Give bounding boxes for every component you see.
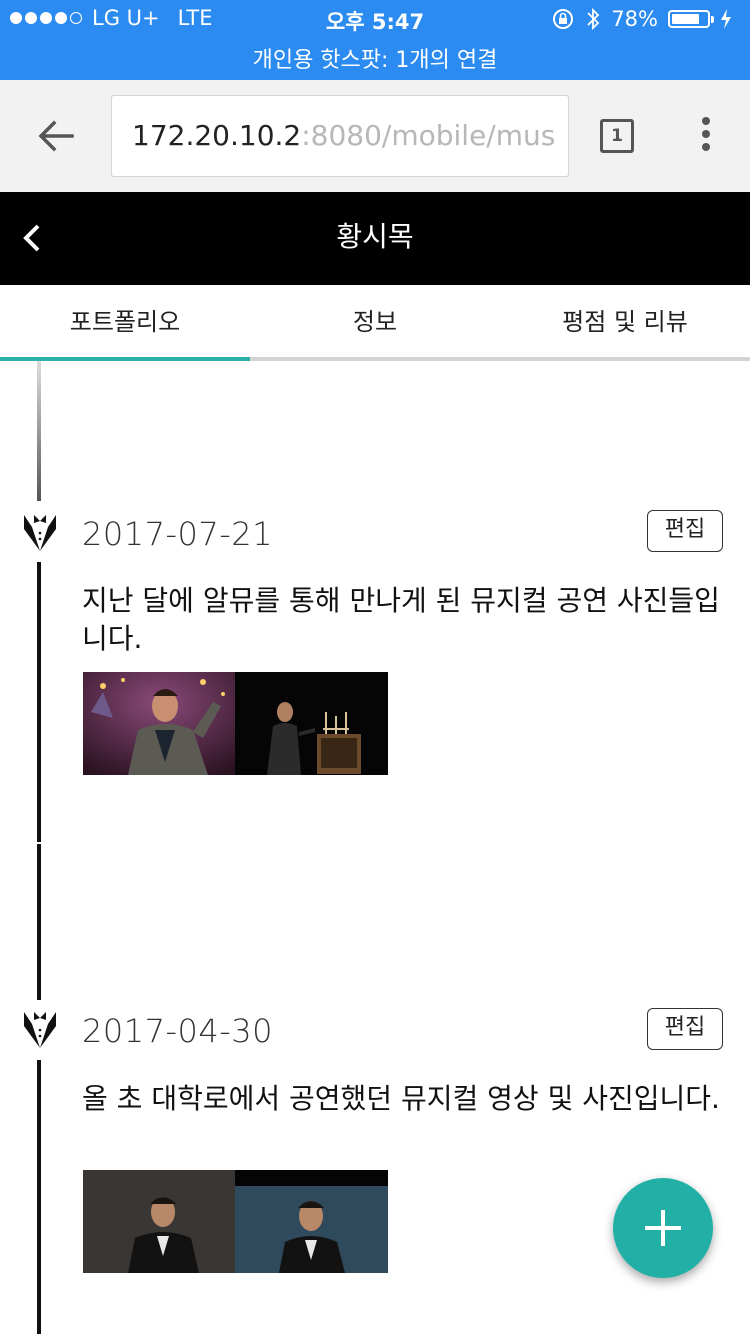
tab-switcher-button[interactable]: 1 <box>600 119 634 153</box>
edit-button[interactable]: 편집 <box>647 510 723 552</box>
timeline-line <box>37 844 41 1000</box>
performer-stage-table-photo[interactable] <box>235 672 388 775</box>
tab-bar: 포트폴리오 정보 평점 및 리뷰 <box>0 285 750 361</box>
url-path: :8080/mobile/mus <box>301 119 556 152</box>
url-host: 172.20.10.2 <box>132 119 302 152</box>
url-bar[interactable]: 172.20.10.2:8080/mobile/mus <box>111 95 569 177</box>
rotation-lock-icon <box>553 9 574 29</box>
performer-stage-photo-2[interactable] <box>235 1170 388 1273</box>
entry-date: 2017-07-21 <box>82 515 273 553</box>
performer-stage-photo-1[interactable] <box>83 1170 236 1273</box>
tab-portfolio[interactable]: 포트폴리오 <box>0 285 250 357</box>
timeline-line <box>37 562 41 842</box>
performer-singing-photo[interactable] <box>83 672 236 775</box>
battery-icon <box>668 10 714 28</box>
bluetooth-icon <box>587 7 600 31</box>
status-bar: LG U+ LTE 오후 5:47 78% 개인용 핫스팟: 1개의 연결 <box>0 0 750 80</box>
arrow-left-icon[interactable] <box>30 110 82 162</box>
charging-icon <box>721 9 731 29</box>
browser-toolbar: 172.20.10.2:8080/mobile/mus 1 <box>0 80 750 192</box>
entry-description: 지난 달에 알뮤를 통해 만나게 된 뮤지컬 공연 사진들입니다. <box>82 584 720 655</box>
tuxedo-icon <box>24 515 56 551</box>
entry-date: 2017-04-30 <box>82 1012 273 1050</box>
more-options-icon[interactable] <box>696 117 716 157</box>
tuxedo-icon <box>24 1012 56 1048</box>
app-header: 황시목 <box>0 192 750 285</box>
page-title: 황시목 <box>336 220 414 253</box>
edit-button[interactable]: 편집 <box>647 1008 723 1050</box>
timeline-line-top <box>37 361 41 501</box>
battery-percent: 78% <box>611 7 658 31</box>
entry-description: 올 초 대학로에서 공연했던 뮤지컬 영상 및 사진입니다. <box>82 1082 720 1115</box>
timeline-line <box>37 1060 41 1334</box>
hotspot-banner[interactable]: 개인용 핫스팟: 1개의 연결 <box>0 42 750 74</box>
tab-reviews[interactable]: 평점 및 리뷰 <box>500 285 750 357</box>
tab-info[interactable]: 정보 <box>250 285 500 357</box>
add-entry-button[interactable] <box>613 1178 713 1278</box>
